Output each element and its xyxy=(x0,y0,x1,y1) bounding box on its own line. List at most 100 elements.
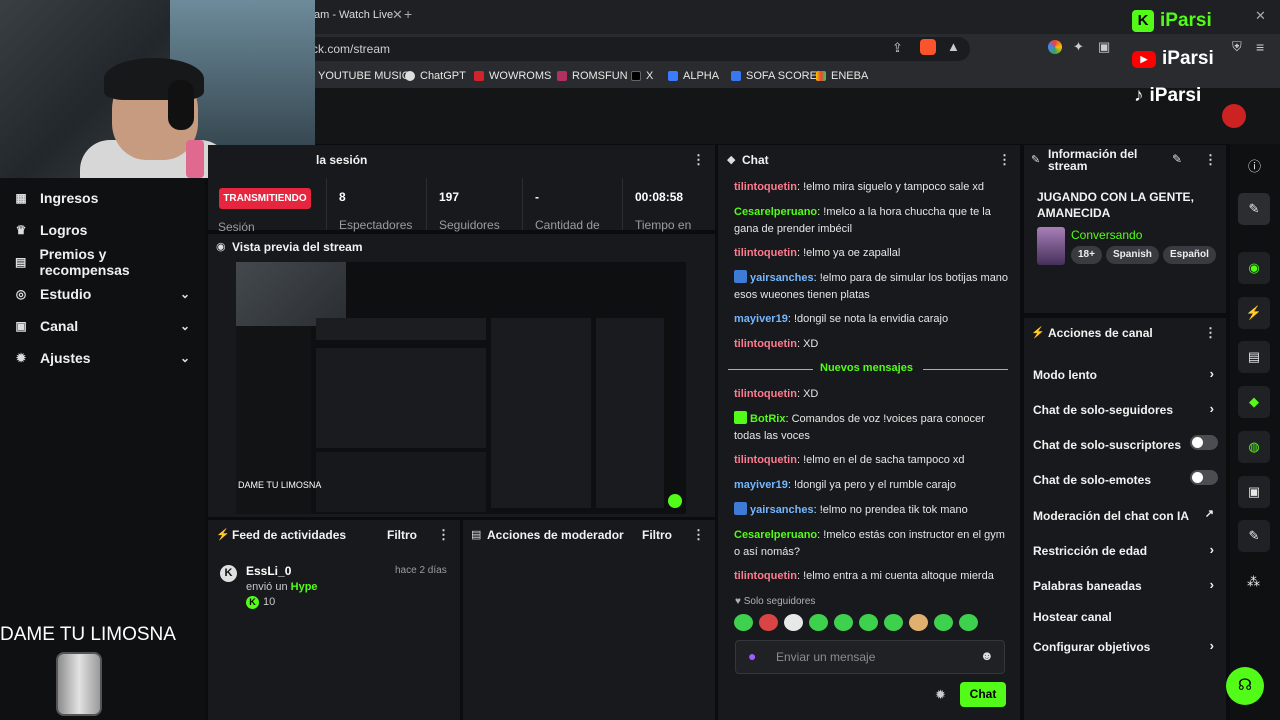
tag-espanol[interactable]: Español xyxy=(1163,246,1216,264)
bookmark-chatgpt[interactable]: ChatGPT xyxy=(405,70,466,82)
sidebar-item-canal[interactable]: ▣ Canal ⌄ xyxy=(14,314,194,338)
channel-action-item[interactable]: Hostear canal xyxy=(1033,610,1218,624)
chat-username[interactable]: tilintoquetin xyxy=(734,181,797,193)
user-badge-icon xyxy=(734,502,747,515)
bookmark-alpha[interactable]: ALPHA xyxy=(668,70,719,82)
emote-icon[interactable] xyxy=(759,614,778,631)
emote-icon[interactable] xyxy=(909,614,928,631)
chat-username[interactable]: Cesarelperuano xyxy=(734,529,817,541)
channel-action-item[interactable]: Moderación del chat con IA ↗ xyxy=(1033,508,1218,523)
channel-action-item[interactable]: Chat de solo-suscriptores xyxy=(1033,435,1218,452)
toggle-switch[interactable] xyxy=(1190,470,1218,485)
broadcast-tool-icon[interactable]: ◍ xyxy=(1238,431,1270,463)
screenshot-icon[interactable]: ▣ xyxy=(1098,39,1110,55)
activity-filter-button[interactable]: Filtro xyxy=(387,528,417,542)
new-tab-icon[interactable]: + xyxy=(404,6,412,22)
avatar[interactable] xyxy=(1222,104,1246,128)
chat-username[interactable]: mayiver19 xyxy=(734,479,788,491)
rewards-icon[interactable]: ▲ xyxy=(947,39,960,54)
channel-action-item[interactable]: Palabras baneadas › xyxy=(1033,577,1218,593)
kebab-menu-icon[interactable]: ⋮ xyxy=(998,152,1011,168)
chrome-ext-icon[interactable] xyxy=(1048,40,1062,54)
donation-overlay-text: DAME TU LIMOSNA xyxy=(0,624,176,645)
actions-tool-icon[interactable]: ⚡ xyxy=(1238,297,1270,329)
tab-close-icon[interactable]: ✕ xyxy=(392,7,403,23)
kebab-menu-icon[interactable]: ⋮ xyxy=(437,527,450,543)
chat-username[interactable]: tilintoquetin xyxy=(734,388,797,400)
sidebar-item-ajustes[interactable]: ✹ Ajustes ⌄ xyxy=(14,346,194,370)
sidebar-item-premios[interactable]: ▤ Premios y recompensas xyxy=(14,246,194,278)
vpn-icon[interactable]: ⛨ xyxy=(1232,39,1242,55)
support-headset-icon[interactable]: ☊ xyxy=(1226,667,1264,705)
edit-tool-icon[interactable]: ✎ xyxy=(1238,193,1270,225)
category-thumbnail[interactable] xyxy=(1037,227,1065,265)
emote-icon[interactable] xyxy=(834,614,853,631)
preview-nested xyxy=(316,348,486,448)
channel-action-item[interactable]: Chat de solo-emotes xyxy=(1033,470,1218,487)
channel-action-item[interactable]: Configurar objetivos › xyxy=(1033,638,1218,654)
kebab-menu-icon[interactable]: ⋮ xyxy=(1204,325,1217,341)
bookmark-eneba[interactable]: ENEBA xyxy=(816,70,868,82)
settings-gear-icon[interactable]: ✹ xyxy=(935,687,946,703)
share-nodes-icon[interactable]: ⁂ xyxy=(1247,574,1260,590)
bookmark-romsfun[interactable]: ROMSFUN xyxy=(557,70,628,82)
preview-actions xyxy=(596,318,664,508)
share-icon[interactable]: ⇪ xyxy=(892,40,903,56)
stream-preview-video[interactable]: DAME TU LIMOSNA xyxy=(236,262,686,514)
url-field[interactable]: ck.com/stream xyxy=(300,37,970,61)
tab-title[interactable]: am - Watch Live xyxy=(314,9,393,21)
sidebar-item-logros[interactable]: ♛ Logros xyxy=(14,218,194,242)
channel-action-item[interactable]: Chat de solo-seguidores › xyxy=(1033,401,1218,417)
channel-action-label: Restricción de edad xyxy=(1033,544,1148,558)
sidebar-item-ingresos[interactable]: ▦ Ingresos xyxy=(14,186,194,210)
chat-input-placeholder[interactable]: Enviar un mensaje xyxy=(776,650,875,664)
chat-username[interactable]: tilintoquetin xyxy=(734,570,797,582)
preview-tool-icon[interactable]: ◉ xyxy=(1238,252,1270,284)
chat-input[interactable]: ● Enviar un mensaje ☻ xyxy=(735,640,1005,674)
emote-icon[interactable] xyxy=(809,614,828,631)
emoji-icon[interactable]: ☻ xyxy=(980,648,994,663)
bookmark-wowroms[interactable]: WOWROMS xyxy=(474,70,551,82)
kebab-menu-icon[interactable]: ⋮ xyxy=(692,152,705,168)
toggle-switch[interactable] xyxy=(1190,435,1218,450)
tag-18plus[interactable]: 18+ xyxy=(1071,246,1102,264)
notes-tool-icon[interactable]: ▤ xyxy=(1238,341,1270,373)
emote-icon[interactable] xyxy=(734,614,753,631)
menu-icon[interactable]: ≡ xyxy=(1256,39,1264,55)
info-icon[interactable]: ⓘ xyxy=(1248,156,1261,175)
chat-username[interactable]: Cesarelperuano xyxy=(734,206,817,218)
chat-username[interactable]: tilintoquetin xyxy=(734,247,797,259)
chat-username[interactable]: tilintoquetin xyxy=(734,454,797,466)
layout-tool-icon[interactable]: ▣ xyxy=(1238,476,1270,508)
chat-username[interactable]: mayiver19 xyxy=(734,313,788,325)
bookmark-sofascore[interactable]: SOFA SCORE xyxy=(731,70,817,82)
emote-icon[interactable] xyxy=(859,614,878,631)
chat-username[interactable]: yairsanches xyxy=(750,272,814,284)
chat-username[interactable]: yairsanches xyxy=(750,504,814,516)
window-close-icon[interactable]: ✕ xyxy=(1255,8,1266,24)
tag-spanish[interactable]: Spanish xyxy=(1106,246,1159,264)
chat-username[interactable]: tilintoquetin xyxy=(734,338,797,350)
bookmark-youtube-music[interactable]: YOUTUBE MUSIC xyxy=(318,70,410,82)
sidebar-item-estudio[interactable]: ◎ Estudio ⌄ xyxy=(14,282,194,306)
category-link[interactable]: Conversando xyxy=(1071,228,1142,242)
chat-tool-icon[interactable]: ◆ xyxy=(1238,386,1270,418)
edit-icon[interactable]: ✎ xyxy=(1172,152,1182,166)
channel-action-item[interactable]: Restricción de edad › xyxy=(1033,542,1218,558)
extensions-icon[interactable]: ✦ xyxy=(1073,39,1084,55)
wrench-tool-icon[interactable]: ✎ xyxy=(1238,520,1270,552)
chat-send-button[interactable]: Chat xyxy=(960,682,1006,707)
channel-action-item[interactable]: Modo lento › xyxy=(1033,366,1218,382)
chat-username[interactable]: BotRix xyxy=(750,413,785,425)
emote-icon[interactable] xyxy=(934,614,953,631)
activity-user[interactable]: EssLi_0 xyxy=(246,564,291,578)
emote-icon[interactable] xyxy=(884,614,903,631)
brave-shield-icon[interactable] xyxy=(920,39,936,55)
kebab-menu-icon[interactable]: ⋮ xyxy=(692,527,705,543)
bookmark-x[interactable]: X xyxy=(631,70,653,82)
modactions-filter-button[interactable]: Filtro xyxy=(642,528,672,542)
kebab-menu-icon[interactable]: ⋮ xyxy=(1204,152,1217,168)
emote-icon[interactable] xyxy=(959,614,978,631)
emote-icon[interactable] xyxy=(784,614,803,631)
microphone-icon[interactable]: ● xyxy=(748,648,756,664)
